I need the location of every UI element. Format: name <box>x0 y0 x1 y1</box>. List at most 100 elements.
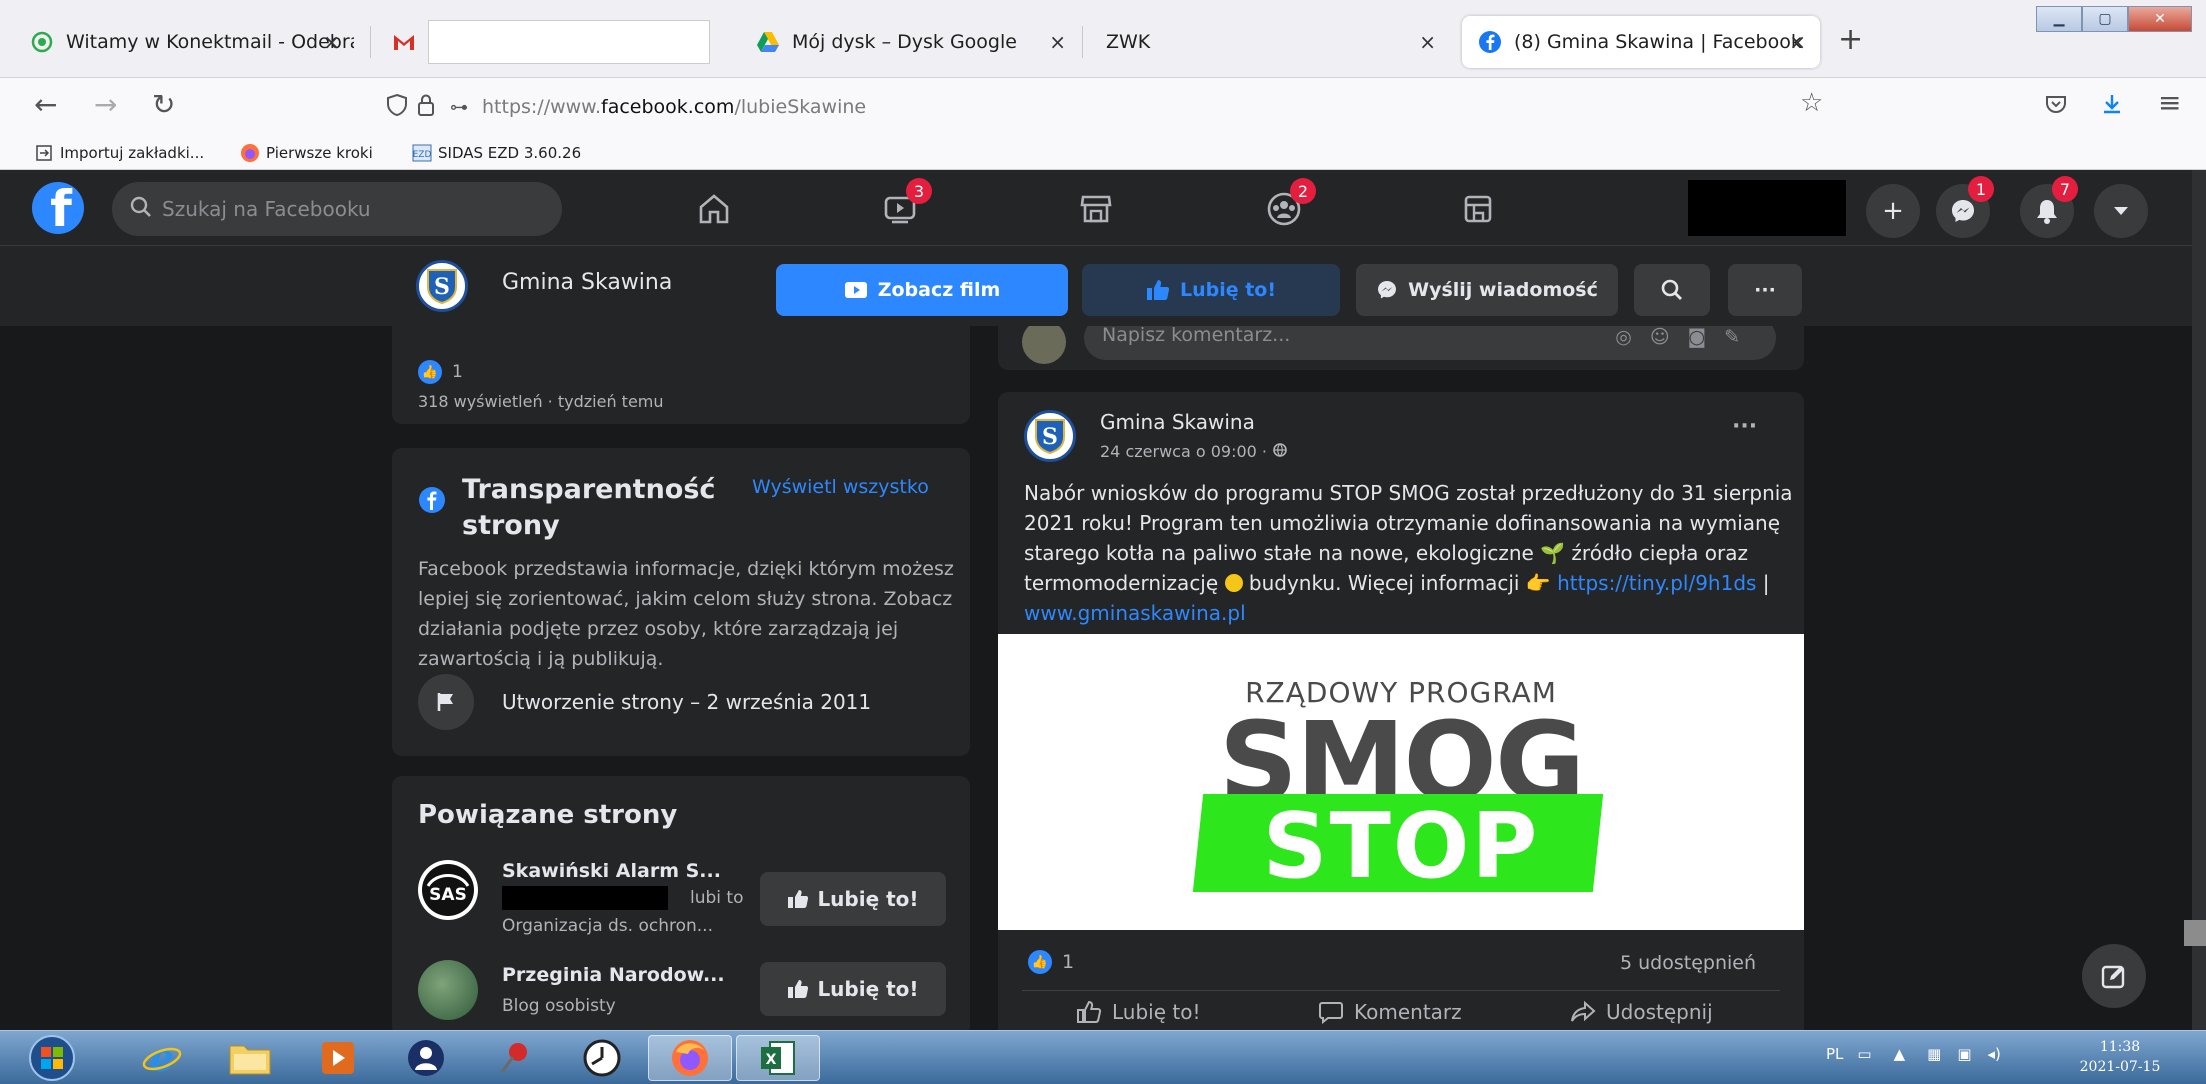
related-like-button[interactable]: Lubię to! <box>760 872 946 926</box>
sas-avatar[interactable]: SAS <box>418 860 478 920</box>
post-like-button[interactable]: Lubię to! <box>1076 1000 1200 1024</box>
marketplace-icon[interactable] <box>1066 184 1126 234</box>
bookmark-sidas[interactable]: EZD SIDAS EZD 3.60.26 <box>412 143 581 163</box>
comment-placeholder: Napisz komentarz... <box>1102 324 1291 346</box>
forward-arrow-icon[interactable]: → <box>94 88 117 121</box>
globe-icon <box>1273 442 1287 461</box>
tab-close-icon[interactable]: × <box>1789 30 1806 54</box>
tray-expand-icon[interactable]: ▲ <box>1894 1045 1906 1063</box>
create-plus-icon[interactable]: + <box>1866 184 1920 238</box>
new-message-compose-icon[interactable] <box>2082 944 2146 1008</box>
share-arrow-icon <box>1570 1000 1596 1024</box>
lock-icon[interactable] <box>416 93 436 122</box>
send-message-button[interactable]: Wyślij wiadomość <box>1356 264 1618 316</box>
back-arrow-icon[interactable]: ← <box>34 88 57 121</box>
gaming-icon[interactable] <box>1448 184 1508 234</box>
people-app-icon[interactable] <box>384 1035 468 1081</box>
page-scrollbar[interactable] <box>2192 170 2206 1030</box>
tab-google-drive[interactable]: Mój dysk – Dysk Google × <box>740 16 1080 68</box>
file-explorer-icon[interactable] <box>208 1035 292 1081</box>
notifications-bell-icon[interactable]: 7 <box>2020 176 2078 238</box>
messenger-icon <box>1376 279 1398 301</box>
messenger-badge: 1 <box>1968 176 1994 202</box>
post-author-avatar[interactable]: S <box>1024 410 1076 462</box>
keyboard-icon[interactable]: ▭ <box>1857 1045 1871 1063</box>
tab-facebook[interactable]: (8) Gmina Skawina | Facebook × <box>1462 16 1820 68</box>
post-link-gmina[interactable]: www.gminaskawina.pl <box>1024 601 1246 625</box>
related-page-name[interactable]: Skawiński Alarm S... <box>502 860 721 882</box>
internet-explorer-icon[interactable]: e <box>120 1035 204 1081</box>
post-share-button[interactable]: Udostępnij <box>1570 1000 1713 1024</box>
volume-icon[interactable]: ◂) <box>1988 1045 2001 1063</box>
pocket-icon[interactable] <box>2044 90 2068 123</box>
clock-app-icon[interactable] <box>560 1035 644 1081</box>
start-button-icon[interactable] <box>4 1035 100 1081</box>
reload-icon[interactable]: ↻ <box>152 88 175 121</box>
language-indicator[interactable]: PL <box>1826 1045 1843 1063</box>
facebook-logo-icon[interactable]: f <box>32 182 84 234</box>
bookmark-first-steps[interactable]: Pierwsze kroki <box>240 143 373 163</box>
post-more-options-icon[interactable]: ··· <box>1732 414 1757 439</box>
post-comment-button[interactable]: Komentarz <box>1318 1000 1462 1024</box>
new-tab-button[interactable]: + <box>1838 22 1863 57</box>
page-like-button[interactable]: Lubię to! <box>1082 264 1340 316</box>
scrollbar-thumb[interactable] <box>2184 920 2206 946</box>
divider <box>1022 990 1780 991</box>
search-icon <box>1661 279 1682 300</box>
page-search-button[interactable] <box>1634 264 1710 316</box>
post-image-stop-smog[interactable]: RZĄDOWY PROGRAM SMOG STOP <box>998 634 1804 930</box>
watch-video-button[interactable]: Zobacz film <box>776 264 1068 316</box>
bookmark-import[interactable]: Importuj zakładki... <box>34 143 204 163</box>
messenger-icon[interactable]: 1 <box>1936 176 1994 238</box>
post-shares-count[interactable]: 5 udostępnień <box>1620 952 1756 974</box>
excel-taskbar-icon[interactable]: X <box>736 1035 820 1081</box>
bookmark-star-icon[interactable]: ☆ <box>1800 88 1823 118</box>
tab-close-icon[interactable]: × <box>1049 30 1066 54</box>
battery-icon[interactable]: ▣ <box>1957 1045 1971 1063</box>
groups-icon[interactable]: 2 <box>1254 178 1316 234</box>
commenter-avatar[interactable] <box>1022 320 1066 364</box>
post-reactions[interactable]: 👍 1 <box>1028 950 1074 974</box>
related-page-name[interactable]: Przeginia Narodow... <box>502 964 725 986</box>
tab-gmail[interactable] <box>376 16 726 68</box>
post-author[interactable]: Gmina Skawina <box>1100 410 1255 434</box>
like-reaction-icon: 👍 <box>418 360 442 384</box>
account-menu-icon[interactable] <box>2094 184 2148 238</box>
maximize-button[interactable]: ▢ <box>2082 6 2128 32</box>
tab-close-icon[interactable]: × <box>1419 30 1436 54</box>
taskbar-clock[interactable]: 11:38 2021-07-15 <box>2060 1037 2180 1077</box>
video-meta: 318 wyświetleń · tydzień temu <box>418 392 664 411</box>
network-icon[interactable]: ▦ <box>1927 1045 1941 1063</box>
related-like-button[interactable]: Lubię to! <box>760 962 946 1016</box>
tab-close-icon[interactable]: × <box>323 30 340 54</box>
home-icon[interactable] <box>684 184 744 234</box>
download-icon[interactable] <box>2100 90 2124 123</box>
page-logo[interactable]: S <box>416 260 468 312</box>
permissions-icon[interactable]: ⊶ <box>450 97 468 118</box>
menu-icon[interactable]: ≡ <box>2158 86 2181 119</box>
transparency-text: Facebook przedstawia informacje, dzięki … <box>418 558 954 670</box>
media-player-icon[interactable] <box>296 1035 380 1081</box>
page-more-button[interactable]: ··· <box>1728 264 1802 316</box>
page-name[interactable]: Gmina Skawina <box>502 270 672 295</box>
button-label: Wyślij wiadomość <box>1408 279 1598 301</box>
post-date[interactable]: 24 czerwca o 09:00 · <box>1100 442 1287 461</box>
like-reaction-icon: 👍 <box>1028 950 1052 974</box>
firefox-taskbar-icon[interactable] <box>648 1035 732 1081</box>
see-all-link[interactable]: Wyświetl wszystko <box>752 476 929 498</box>
tab-title: Mój dysk – Dysk Google <box>792 31 1017 53</box>
przeginia-avatar[interactable] <box>418 960 478 1020</box>
watch-icon[interactable]: 3 <box>870 178 932 234</box>
tab-zwk[interactable]: ZWK × <box>1090 16 1450 68</box>
post-like-count: 1 <box>1062 951 1075 973</box>
minimize-button[interactable]: ▁ <box>2036 6 2082 32</box>
pushpin-app-icon[interactable] <box>472 1035 556 1081</box>
address-bar[interactable]: ⊶ https://www. facebook.com/lubieSkawine <box>386 84 1848 130</box>
facebook-search-input[interactable]: Szukaj na Facebooku <box>112 182 562 236</box>
close-window-button[interactable]: ✕ <box>2128 6 2192 32</box>
tab-konektmail[interactable]: Witamy w Konektmail - Odebra × <box>14 16 354 68</box>
notifications-badge: 7 <box>2052 176 2078 202</box>
shield-icon[interactable] <box>386 93 408 122</box>
post-link-tiny[interactable]: https://tiny.pl/9h1ds <box>1557 571 1756 595</box>
comment-tools-icons[interactable]: ◎☺◙✎ <box>1615 326 1758 348</box>
